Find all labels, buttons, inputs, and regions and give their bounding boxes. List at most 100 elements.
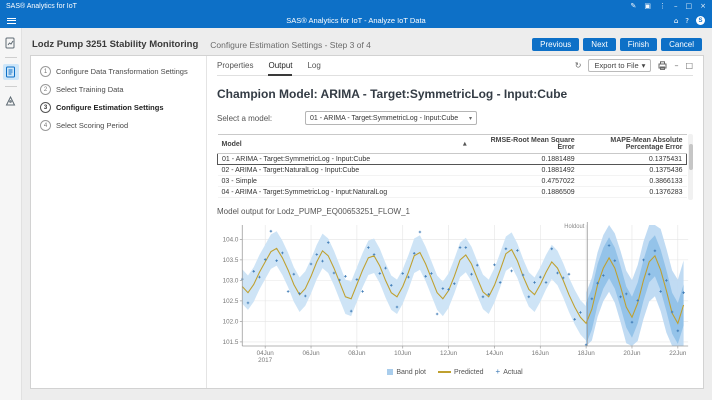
wizard-card: 1 Configure Data Transformation Settings… [30, 55, 704, 389]
rail-divider [5, 86, 17, 87]
column-model[interactable]: Model ▲ [218, 135, 471, 154]
export-to-file-button[interactable]: Export to File ▾ [588, 59, 651, 72]
step-circle: 2 [40, 84, 51, 95]
column-rmse[interactable]: RMSE-Root Mean Square Error [471, 135, 579, 154]
table-row[interactable]: 05 - ARIMA - Target:NaturalLog - Input:N… [218, 198, 687, 201]
svg-text:16Jun: 16Jun [532, 350, 550, 357]
step-item-1[interactable]: 1 Configure Data Transformation Settings [40, 66, 197, 77]
svg-text:08Jun: 08Jun [348, 350, 366, 357]
table-cell: 0.1375436 [579, 165, 687, 176]
step-circle: 1 [40, 66, 51, 77]
model-table: Model ▲ RMSE-Root Mean Square Error MAPE… [217, 134, 693, 200]
kebab-menu-icon[interactable]: ⋮ [659, 3, 666, 10]
document-chart-icon [5, 37, 16, 49]
table-cell: 05 - ARIMA - Target:NaturalLog - Input:N… [218, 198, 471, 201]
svg-text:102.5: 102.5 [223, 298, 239, 305]
table-cell: 03 - Simple [218, 176, 471, 187]
table-cell: 0.3866133 [579, 176, 687, 187]
table-cell: 0.1881489 [471, 154, 579, 165]
svg-text:06Jun: 06Jun [302, 350, 320, 357]
refresh-icon[interactable]: ↻ [575, 61, 582, 70]
steps-panel: 1 Configure Data Transformation Settings… [31, 56, 207, 388]
home-icon[interactable]: ⌂ [674, 17, 678, 25]
chevron-down-icon: ▾ [642, 61, 646, 70]
table-row[interactable]: 04 - ARIMA - Target:SymmetricLog - Input… [218, 187, 687, 198]
chart-legend: Band plot Predicted + Actual [217, 368, 693, 376]
app-bar: SAS® Analytics for IoT - Analyze IoT Dat… [0, 13, 712, 28]
svg-text:14Jun: 14Jun [486, 350, 504, 357]
band-swatch-icon [387, 369, 393, 375]
step-circle: 3 [40, 102, 51, 113]
table-row[interactable]: 01 - ARIMA - Target:SymmetricLog - Input… [218, 154, 687, 165]
select-model-label: Select a model: [217, 114, 305, 123]
table-cell: 0.188654 [471, 198, 579, 201]
output-panel: Properties Output Log ↻ Export to File ▾… [207, 56, 703, 388]
svg-text:10Jun: 10Jun [394, 350, 412, 357]
table-row[interactable]: 02 - ARIMA - Target:NaturalLog - Input:C… [218, 165, 687, 176]
prism-icon [5, 95, 16, 107]
step-item-4[interactable]: 4 Select Scoring Period [40, 120, 197, 131]
scrollbar-thumb[interactable] [689, 144, 693, 170]
panel-body: Champion Model: ARIMA - Target:Symmetric… [217, 76, 693, 376]
rail-item-analyze[interactable] [3, 64, 19, 80]
table-scrollbar[interactable] [688, 134, 693, 200]
table-cell: 04 - ARIMA - Target:SymmetricLog - Input… [218, 187, 471, 198]
app-window-icon[interactable]: ▣ [644, 3, 651, 10]
legend-item-band: Band plot [387, 369, 426, 376]
hamburger-menu-icon[interactable] [7, 18, 16, 24]
user-avatar[interactable]: S [696, 16, 705, 25]
table-cell: 01 - ARIMA - Target:SymmetricLog - Input… [218, 154, 471, 165]
sort-ascending-icon[interactable]: ▲ [463, 141, 467, 147]
tab-log[interactable]: Log [307, 55, 320, 76]
maximize-panel-icon[interactable]: □ [685, 61, 693, 70]
table-cell: 02 - ARIMA - Target:NaturalLog - Input:C… [218, 165, 471, 176]
table-row[interactable]: 03 - Simple0.47570220.3866133 [218, 176, 687, 187]
main-area: Lodz Pump 3251 Stability Monitoring Conf… [22, 28, 712, 400]
window-titlebar: SAS® Analytics for IoT ✎ ▣ ⋮ – □ × [0, 0, 712, 13]
print-icon[interactable] [658, 61, 667, 70]
rail-item-data[interactable] [3, 35, 19, 51]
svg-text:101.5: 101.5 [223, 339, 239, 346]
previous-button[interactable]: Previous [532, 38, 579, 51]
step-label: Select Scoring Period [56, 121, 128, 130]
table-cell: 0.1376288 [579, 198, 687, 201]
step-item-2[interactable]: 2 Select Training Data [40, 84, 197, 95]
close-window-icon[interactable]: × [700, 3, 706, 10]
model-select-value: 01 - ARIMA - Target:SymmetricLog - Input… [310, 115, 458, 122]
tab-properties[interactable]: Properties [217, 55, 253, 76]
plus-marker-icon: + [496, 368, 501, 376]
rail-item-models[interactable] [3, 93, 19, 109]
svg-text:103.5: 103.5 [223, 257, 239, 264]
app-bar-title: SAS® Analytics for IoT - Analyze IoT Dat… [0, 16, 712, 25]
svg-text:102.0: 102.0 [223, 319, 239, 326]
rail-divider [5, 57, 17, 58]
help-icon[interactable]: ? [685, 17, 689, 25]
step-label: Configure Data Transformation Settings [56, 67, 188, 76]
maximize-window-icon[interactable]: □ [686, 3, 693, 10]
page-icon [5, 66, 16, 78]
legend-item-actual: + Actual [496, 368, 523, 376]
step-item-3[interactable]: 3 Configure Estimation Settings [40, 102, 197, 113]
minimize-window-icon[interactable]: – [674, 3, 678, 10]
line-swatch-icon [438, 371, 451, 373]
tab-output[interactable]: Output [268, 55, 292, 76]
collapse-panel-icon[interactable]: – [674, 61, 678, 70]
column-mape[interactable]: MAPE-Mean Absolute Percentage Error [579, 135, 687, 154]
table-cell: 0.1886509 [471, 187, 579, 198]
step-label: Select Training Data [56, 85, 124, 94]
champion-model-heading: Champion Model: ARIMA - Target:Symmetric… [217, 87, 693, 101]
step-label: Configure Estimation Settings [56, 103, 164, 112]
page-header: Lodz Pump 3251 Stability Monitoring Conf… [22, 28, 712, 54]
table-header-row: Model ▲ RMSE-Root Mean Square Error MAPE… [218, 135, 687, 154]
page-subtitle: Configure Estimation Settings - Step 3 o… [210, 40, 371, 50]
cancel-button[interactable]: Cancel [661, 38, 702, 51]
model-select-dropdown[interactable]: 01 - ARIMA - Target:SymmetricLog - Input… [305, 111, 477, 125]
finish-button[interactable]: Finish [620, 38, 657, 51]
chart-title: Model output for Lodz_PUMP_EQ00653251_FL… [217, 207, 693, 216]
chevron-down-icon: ▾ [469, 115, 472, 122]
edit-icon[interactable]: ✎ [631, 3, 637, 10]
svg-text:22Jun: 22Jun [669, 350, 687, 357]
table-cell: 0.1376283 [579, 187, 687, 198]
model-output-chart: 101.5102.0102.5103.0103.5104.004Jun20170… [217, 218, 693, 366]
next-button[interactable]: Next [583, 38, 615, 51]
